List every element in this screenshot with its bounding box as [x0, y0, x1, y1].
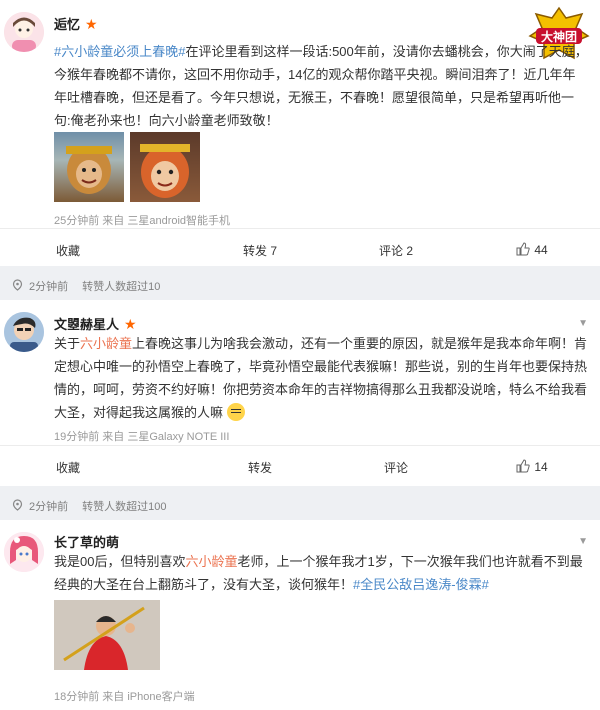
- post-card-3: 长了草的萌 ▼ 我是00后，但特别喜欢六小龄童老师，上一个猴年我才1岁，下一次猴…: [0, 520, 600, 710]
- chevron-down-icon[interactable]: ▼: [578, 536, 588, 547]
- topic-link[interactable]: #六小龄童必须上春晚#: [54, 44, 185, 59]
- avatar[interactable]: [4, 12, 44, 52]
- username[interactable]: 文曌赫星人 ★: [54, 314, 137, 333]
- mention-link[interactable]: 六小龄童: [80, 336, 132, 351]
- comment-button[interactable]: 评论: [328, 446, 464, 488]
- comment-button[interactable]: 评论 2: [328, 229, 464, 271]
- thumbs-up-icon: [516, 241, 530, 259]
- post-meta: 18分钟前 来自 iPhone客户端: [54, 691, 195, 703]
- post-image[interactable]: [54, 132, 124, 202]
- favorite-button[interactable]: 收藏: [0, 229, 192, 271]
- repost-notice: 2分钟前 转赞人数超过100: [0, 491, 600, 521]
- action-bar: 收藏 转发 7 评论 2 44: [0, 228, 600, 271]
- post-text: 关于六小龄童上春晚这事儿为啥我会激动，还有一个重要的原因，就是猴年是我本命年啊！…: [54, 336, 588, 421]
- username[interactable]: 逅忆 ★: [54, 14, 98, 33]
- post-text: #六小龄童必须上春晚#在评论里看到这样一段话:500年前，没请你去蟠桃会，你大闹…: [54, 44, 588, 128]
- avatar[interactable]: [4, 532, 44, 572]
- post-text: 我是00后，但特别喜欢六小龄童老师，上一个猴年我才1岁，下一次猴年我们也许就看不…: [54, 554, 583, 592]
- like-button[interactable]: 44: [464, 229, 600, 271]
- repost-button[interactable]: 转发 7: [192, 229, 328, 271]
- post-image[interactable]: [54, 600, 160, 670]
- avatar[interactable]: [4, 312, 44, 352]
- like-button[interactable]: 14: [464, 446, 600, 488]
- post-meta: 19分钟前 来自 三星Galaxy NOTE III: [54, 431, 230, 443]
- thumbs-up-icon: [516, 458, 530, 476]
- post-meta: 25分钟前 来自 三星android智能手机: [54, 215, 231, 227]
- post-card-1: 逅忆 ★ 大神团 #六小龄童必须上春晚#在评论里看到这样一段话:500年前，没请你…: [0, 0, 600, 266]
- post-card-2: 文曌赫星人 ★ ▼ 关于六小龄童上春晚这事儿为啥我会激动，还有一个重要的原因，就是…: [0, 300, 600, 486]
- mention-link[interactable]: 六小龄童: [185, 554, 237, 569]
- post-image[interactable]: [130, 132, 200, 202]
- repost-button[interactable]: 转发: [192, 446, 328, 488]
- topic-link[interactable]: #全民公敌吕逸涛-俊霖#: [353, 577, 489, 592]
- location-icon: [12, 278, 23, 294]
- emoji-icon: [226, 403, 245, 421]
- username[interactable]: 长了草的萌: [54, 532, 119, 551]
- favorite-button[interactable]: 收藏: [0, 446, 192, 488]
- location-icon: [12, 498, 23, 514]
- action-bar: 收藏 转发 评论 14: [0, 445, 600, 488]
- chevron-down-icon[interactable]: ▼: [578, 318, 588, 329]
- star-icon: ★: [124, 316, 137, 332]
- star-icon: ★: [85, 16, 98, 32]
- repost-notice: 2分钟前 转赞人数超过10: [0, 271, 600, 301]
